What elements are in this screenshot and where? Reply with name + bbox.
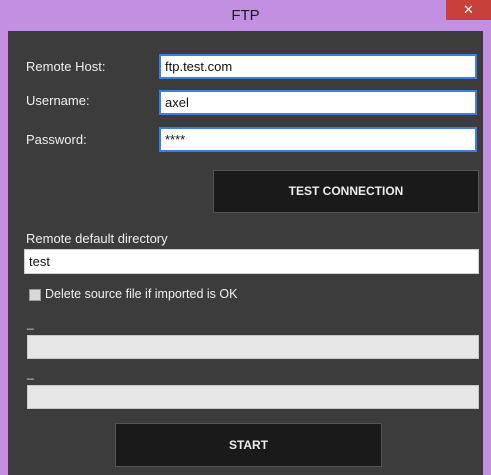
- remote-directory-input[interactable]: [24, 249, 479, 274]
- window-title: FTP: [231, 7, 260, 24]
- ftp-form: Remote Host: Username: Password: TEST CO…: [8, 31, 483, 475]
- username-input[interactable]: [159, 90, 477, 115]
- title-bar[interactable]: FTP ✕: [0, 0, 491, 31]
- test-connection-button[interactable]: TEST CONNECTION: [213, 170, 479, 213]
- close-icon: ✕: [463, 2, 474, 17]
- password-input[interactable]: [159, 127, 477, 152]
- remote-host-input[interactable]: [159, 54, 477, 79]
- close-button[interactable]: ✕: [446, 0, 491, 20]
- progress-1-label: _: [27, 316, 34, 330]
- remote-directory-label: Remote default directory: [26, 231, 168, 246]
- password-label: Password:: [26, 132, 87, 147]
- start-button[interactable]: START: [115, 423, 382, 467]
- username-label: Username:: [26, 93, 90, 108]
- progress-bar-1: [27, 335, 479, 359]
- delete-source-label: Delete source file if imported is OK: [45, 287, 238, 301]
- progress-2-label: _: [27, 366, 34, 380]
- remote-host-label: Remote Host:: [26, 59, 106, 74]
- progress-bar-2: [27, 385, 479, 409]
- delete-source-checkbox[interactable]: [29, 289, 41, 301]
- ftp-window: FTP ✕ Remote Host: Username: Password: T…: [0, 0, 491, 475]
